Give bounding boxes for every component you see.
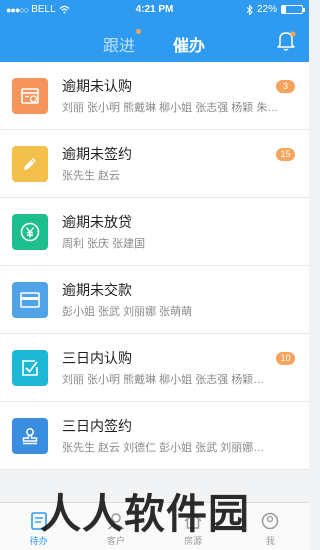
tab-todo[interactable]: 待办 xyxy=(0,503,77,550)
todo-icon xyxy=(30,512,47,530)
tab-label: 待办 xyxy=(29,536,48,546)
item-names: 张先生 赵云 xyxy=(62,170,121,182)
item-title: 三日内认购 xyxy=(62,350,132,366)
card-icon xyxy=(12,282,48,318)
tab-follow-up-dot xyxy=(136,29,141,34)
list-item[interactable]: 逾期未放贷 周利 张庆 张建国 xyxy=(0,198,309,266)
tab-listings[interactable]: 房源 xyxy=(155,503,232,550)
list-item[interactable]: 逾期未认购 刘丽 张小明 熊戴琳 柳小姐 张志强 杨颖 朱… 3 xyxy=(0,62,309,130)
item-names: 周利 张庆 张建国 xyxy=(62,238,146,250)
tab-follow-up[interactable]: 跟进 xyxy=(103,32,135,56)
count-badge: 15 xyxy=(276,148,295,161)
item-title: 三日内签约 xyxy=(62,418,132,434)
status-bar: ●●●○○ BELL 4:21 PM 22% xyxy=(0,0,309,20)
pencil-icon xyxy=(12,146,48,182)
profile-icon xyxy=(262,512,279,530)
yen-icon xyxy=(12,214,48,250)
tab-me[interactable]: 我 xyxy=(232,503,309,550)
top-bar: ●●●○○ BELL 4:21 PM 22% 跟进 催办 xyxy=(0,0,309,62)
item-names: 彭小姐 张武 刘丽娜 张萌萌 xyxy=(62,306,193,318)
count-badge: 3 xyxy=(276,80,295,93)
item-names: 刘丽 张小明 熊戴琳 柳小姐 张志强 杨颖… xyxy=(62,374,265,386)
bluetooth-icon xyxy=(246,4,253,15)
house-icon xyxy=(184,513,202,529)
tab-label: 我 xyxy=(265,536,275,546)
bell-icon[interactable] xyxy=(276,30,296,52)
tab-label: 客户 xyxy=(106,536,125,546)
customer-icon xyxy=(107,513,124,530)
list-item[interactable]: 逾期未交款 彭小姐 张武 刘丽娜 张萌萌 xyxy=(0,266,309,334)
item-names: 张先生 赵云 刘德仁 彭小姐 张武 刘丽娜… xyxy=(62,442,265,454)
list-item[interactable]: 三日内签约 张先生 赵云 刘德仁 彭小姐 张武 刘丽娜… xyxy=(0,402,309,470)
item-title: 逾期未交款 xyxy=(62,282,132,298)
count-badge: 10 xyxy=(276,352,295,365)
checkbox-icon xyxy=(12,350,48,386)
stamp-icon xyxy=(12,418,48,454)
bottom-tab-bar: 待办 客户 房源 我 xyxy=(0,502,309,550)
tab-customers[interactable]: 客户 xyxy=(77,503,154,550)
battery-percent: 22% xyxy=(256,4,277,15)
calendar-icon xyxy=(12,78,48,114)
header-nav: 跟进 催办 xyxy=(0,22,309,60)
item-title: 逾期未认购 xyxy=(62,78,132,94)
list-item[interactable]: 三日内认购 刘丽 张小明 熊戴琳 柳小姐 张志强 杨颖… 10 xyxy=(0,334,309,402)
item-title: 逾期未放贷 xyxy=(62,214,132,230)
tab-reminders[interactable]: 催办 xyxy=(173,32,205,56)
battery-icon xyxy=(281,5,305,14)
tab-label: 房源 xyxy=(184,536,203,546)
item-names: 刘丽 张小明 熊戴琳 柳小姐 张志强 杨颖 朱… xyxy=(62,102,279,114)
list-item[interactable]: 逾期未签约 张先生 赵云 15 xyxy=(0,130,309,198)
reminder-list: 逾期未认购 刘丽 张小明 熊戴琳 柳小姐 张志强 杨颖 朱… 3 逾期未签约 张… xyxy=(0,62,309,470)
item-title: 逾期未签约 xyxy=(62,146,132,162)
